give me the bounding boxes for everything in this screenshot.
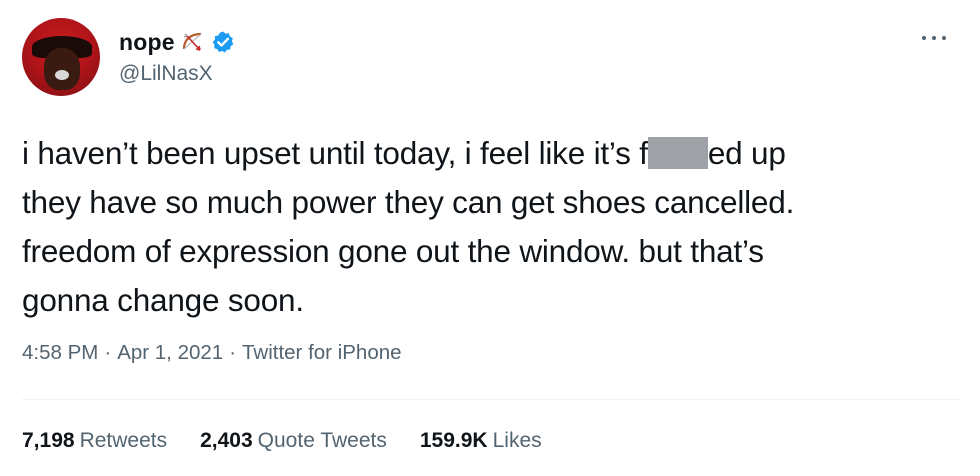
retweets-count: 7,198 (22, 429, 75, 452)
retweets-label: Retweets (79, 429, 168, 452)
more-options-icon[interactable] (922, 34, 946, 42)
tweet-text: i haven’t been upset until today, i feel… (22, 129, 962, 325)
meta-separator: · (104, 341, 112, 364)
tweet-line-4: gonna change soon. (22, 282, 304, 318)
tweet-source[interactable]: Twitter for iPhone (242, 341, 402, 364)
tweet-line-1-end: ed up (707, 135, 786, 171)
avatar-face (44, 48, 80, 90)
censor-block (647, 137, 708, 169)
tweet-line-2: they have so much power they can get sho… (22, 184, 795, 220)
tweet-time[interactable]: 4:58 PM (22, 341, 98, 364)
meta-separator: · (229, 341, 237, 364)
tweet-line-1: i haven’t been upset until today, i feel… (22, 129, 962, 178)
more-dot (932, 36, 936, 40)
likes-stat[interactable]: 159.9K Likes (420, 429, 542, 453)
tweet-stats: 7,198 Retweets 2,403 Quote Tweets 159.9K Li… (22, 429, 575, 453)
retweets-stat[interactable]: 7,198 Retweets (22, 429, 167, 453)
quote-tweets-count: 2,403 (200, 429, 253, 452)
verified-badge-icon (211, 30, 235, 54)
author-name-row: nope (119, 28, 235, 56)
avatar-mouth (55, 70, 69, 80)
tweet-line-1-start: i haven’t been upset until today, i feel… (22, 135, 648, 171)
tweet-line-3: freedom of expression gone out the windo… (22, 233, 764, 269)
tweet-card: nope @LilNasX i haven’t been upset until… (0, 0, 980, 476)
more-dot (922, 36, 926, 40)
likes-count: 159.9K (419, 429, 488, 452)
author-handle[interactable]: @LilNasX (119, 62, 213, 86)
tweet-meta: 4:58 PM · Apr 1, 2021 · Twitter for iPhone (22, 341, 402, 365)
bow-and-arrow-icon (181, 31, 205, 53)
quote-tweets-stat[interactable]: 2,403 Quote Tweets (200, 429, 387, 453)
avatar[interactable] (22, 18, 100, 96)
quote-tweets-label: Quote Tweets (257, 429, 387, 452)
tweet-date[interactable]: Apr 1, 2021 (117, 341, 223, 364)
author-display-name[interactable]: nope (119, 29, 175, 56)
likes-label: Likes (492, 429, 542, 452)
more-dot (942, 36, 946, 40)
divider (22, 399, 960, 400)
